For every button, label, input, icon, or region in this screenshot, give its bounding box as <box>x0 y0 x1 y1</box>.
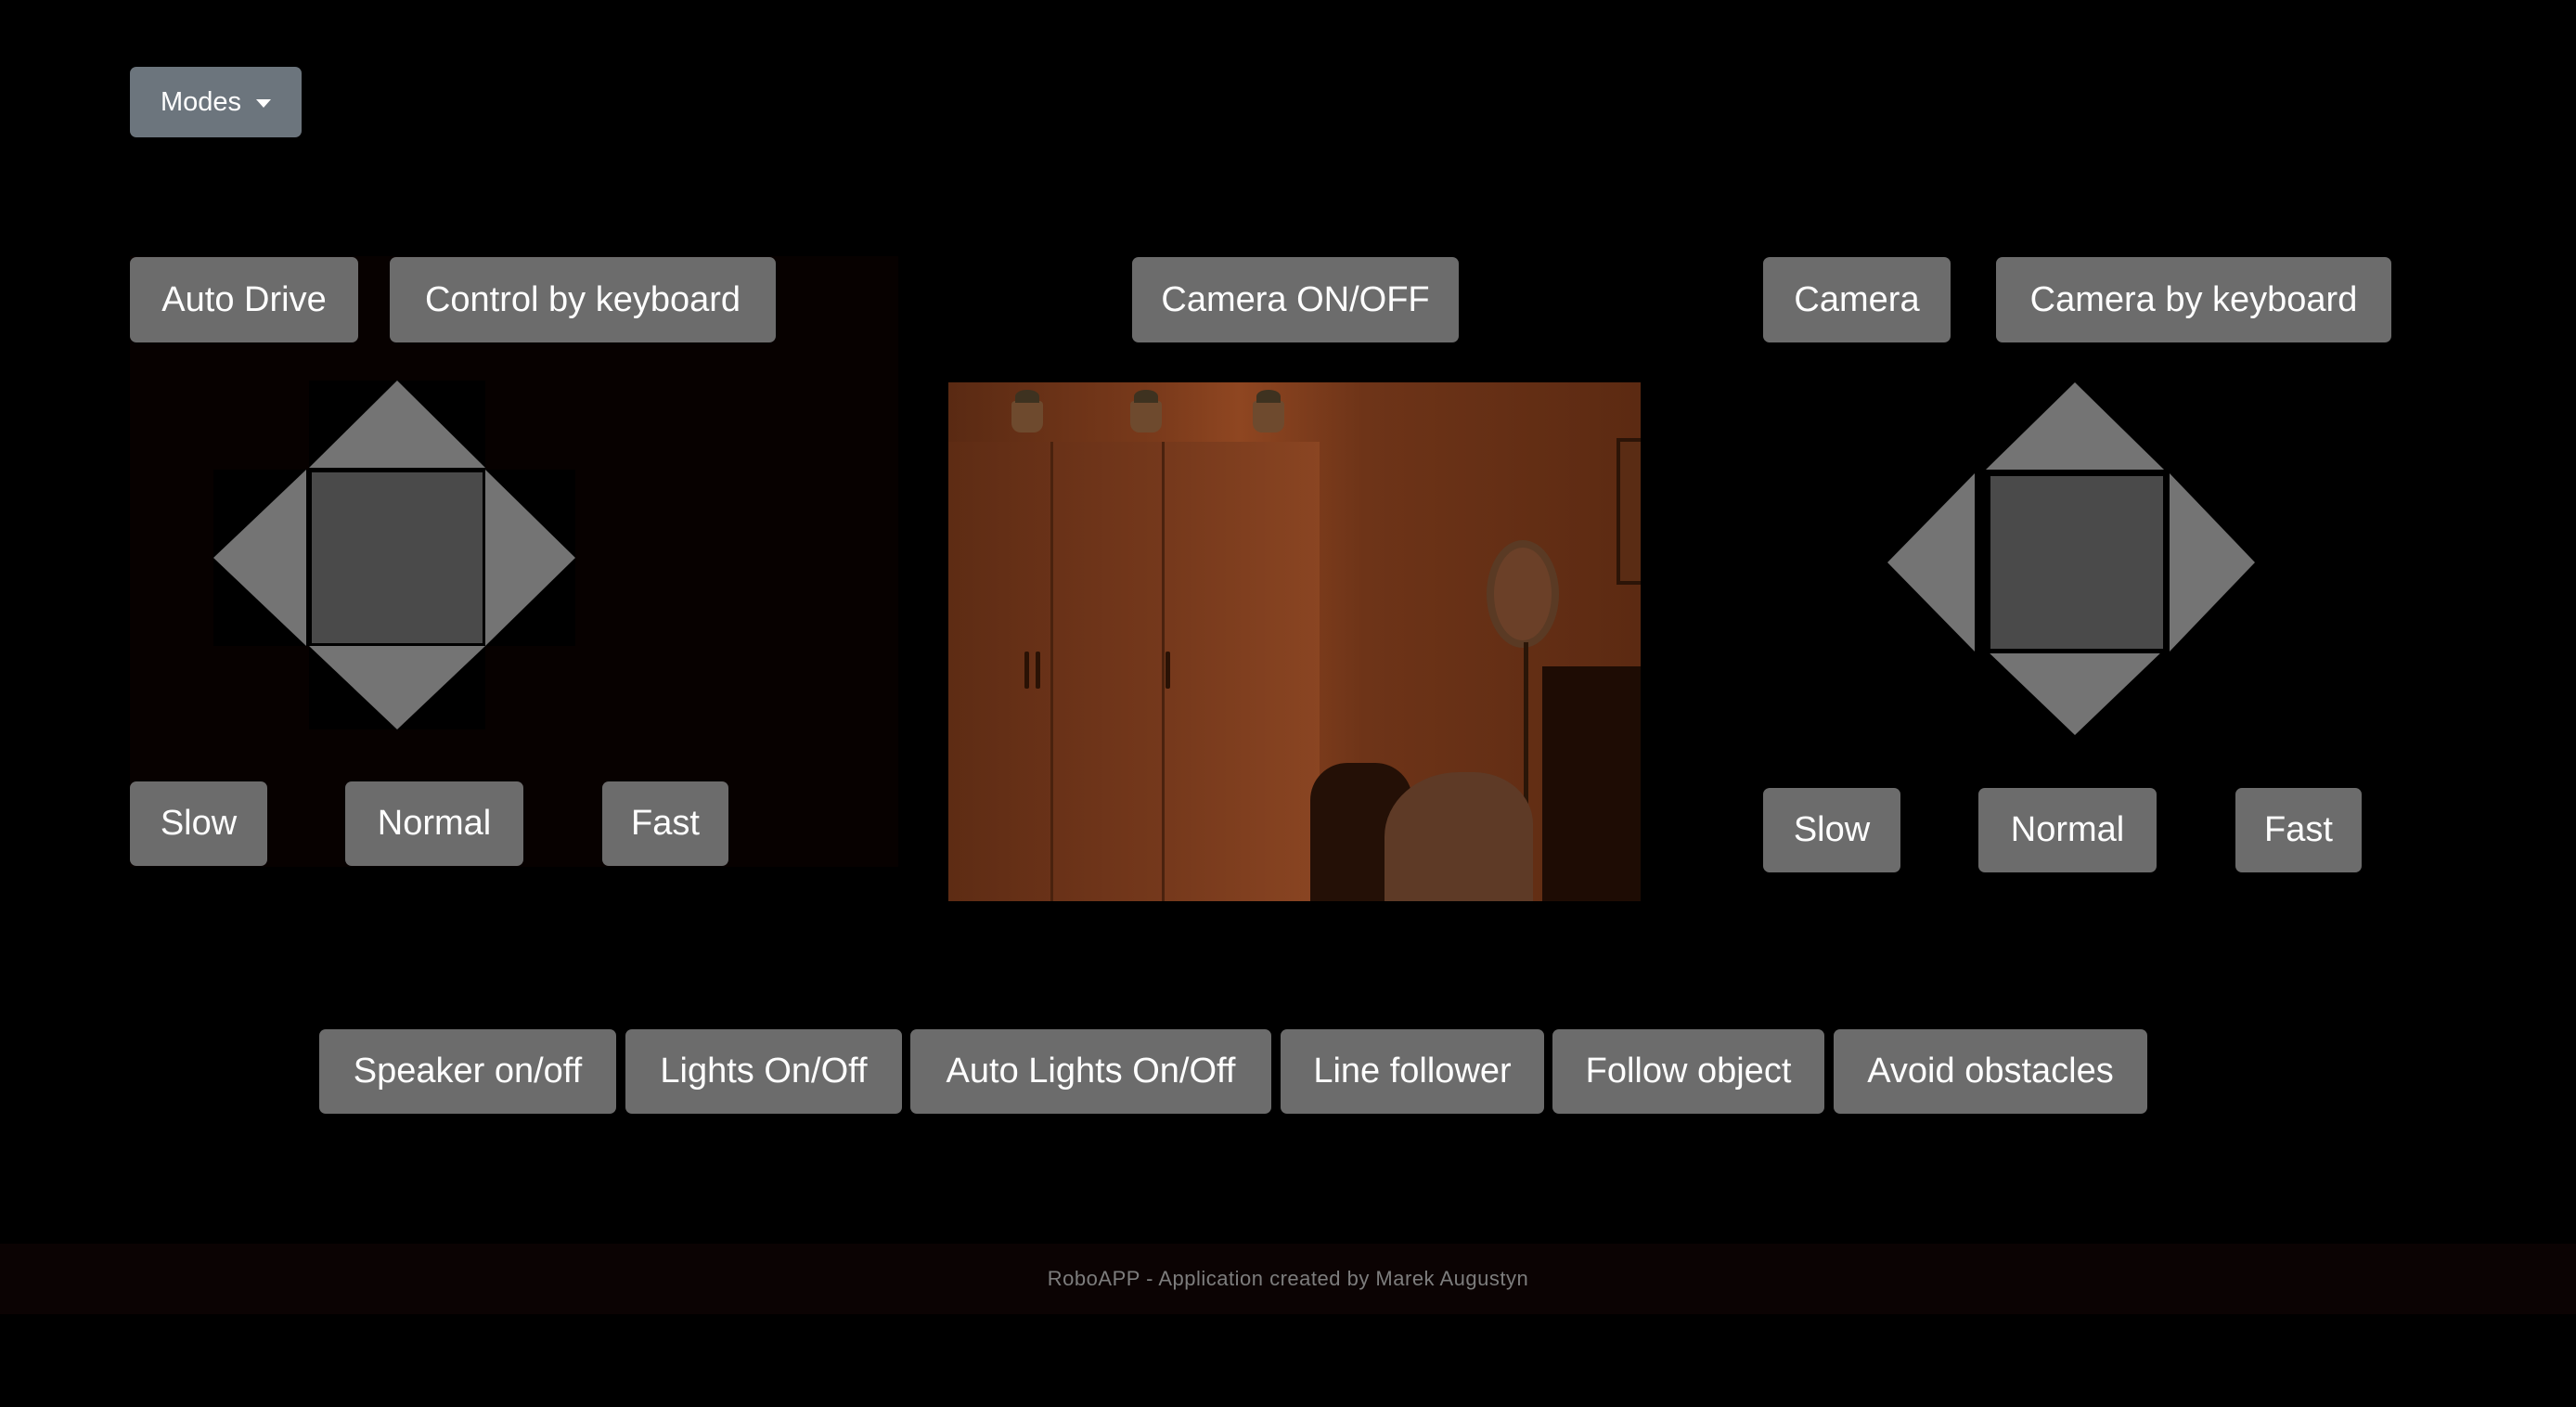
drive-slow-button[interactable]: Slow <box>130 781 267 866</box>
camera-center-button[interactable] <box>1986 471 2168 653</box>
modes-label: Modes <box>160 86 242 117</box>
follow-object-button[interactable]: Follow object <box>1552 1029 1824 1114</box>
caret-down-icon <box>256 98 272 108</box>
camera-arrow-up-icon[interactable] <box>1986 382 2164 470</box>
drive-arrow-up-icon[interactable] <box>309 381 485 468</box>
avoid-obstacles-button[interactable]: Avoid obstacles <box>1834 1029 2147 1114</box>
camera-dpad <box>1887 382 2255 735</box>
auto-drive-button[interactable]: Auto Drive <box>130 257 358 342</box>
lights-toggle-button[interactable]: Lights On/Off <box>625 1029 902 1114</box>
drive-arrow-right-icon[interactable] <box>485 470 575 646</box>
footer: RoboAPP - Application created by Marek A… <box>0 1244 2576 1314</box>
camera-arrow-down-icon[interactable] <box>1986 650 2164 735</box>
speaker-toggle-button[interactable]: Speaker on/off <box>319 1029 616 1114</box>
drive-normal-button[interactable]: Normal <box>345 781 523 866</box>
camera-feed-image <box>948 382 1641 901</box>
camera-arrow-left-icon[interactable] <box>1887 473 1975 652</box>
drive-dpad <box>213 381 575 729</box>
camera-normal-button[interactable]: Normal <box>1978 788 2157 872</box>
drive-fast-button[interactable]: Fast <box>602 781 728 866</box>
drive-arrow-left-icon[interactable] <box>213 470 306 646</box>
auto-lights-toggle-button[interactable]: Auto Lights On/Off <box>910 1029 1271 1114</box>
line-follower-button[interactable]: Line follower <box>1281 1029 1544 1114</box>
camera-fast-button[interactable]: Fast <box>2235 788 2362 872</box>
camera-by-keyboard-button[interactable]: Camera by keyboard <box>1996 257 2391 342</box>
camera-button[interactable]: Camera <box>1763 257 1951 342</box>
control-by-keyboard-button[interactable]: Control by keyboard <box>390 257 776 342</box>
drive-arrow-down-icon[interactable] <box>309 646 485 729</box>
modes-dropdown-button[interactable]: Modes <box>130 67 302 137</box>
camera-slow-button[interactable]: Slow <box>1763 788 1900 872</box>
camera-arrow-right-icon[interactable] <box>2170 473 2255 652</box>
drive-stop-button[interactable] <box>309 470 485 646</box>
camera-on-off-button[interactable]: Camera ON/OFF <box>1132 257 1459 342</box>
footer-credit-text: RoboAPP - Application created by Marek A… <box>1047 1267 1529 1290</box>
